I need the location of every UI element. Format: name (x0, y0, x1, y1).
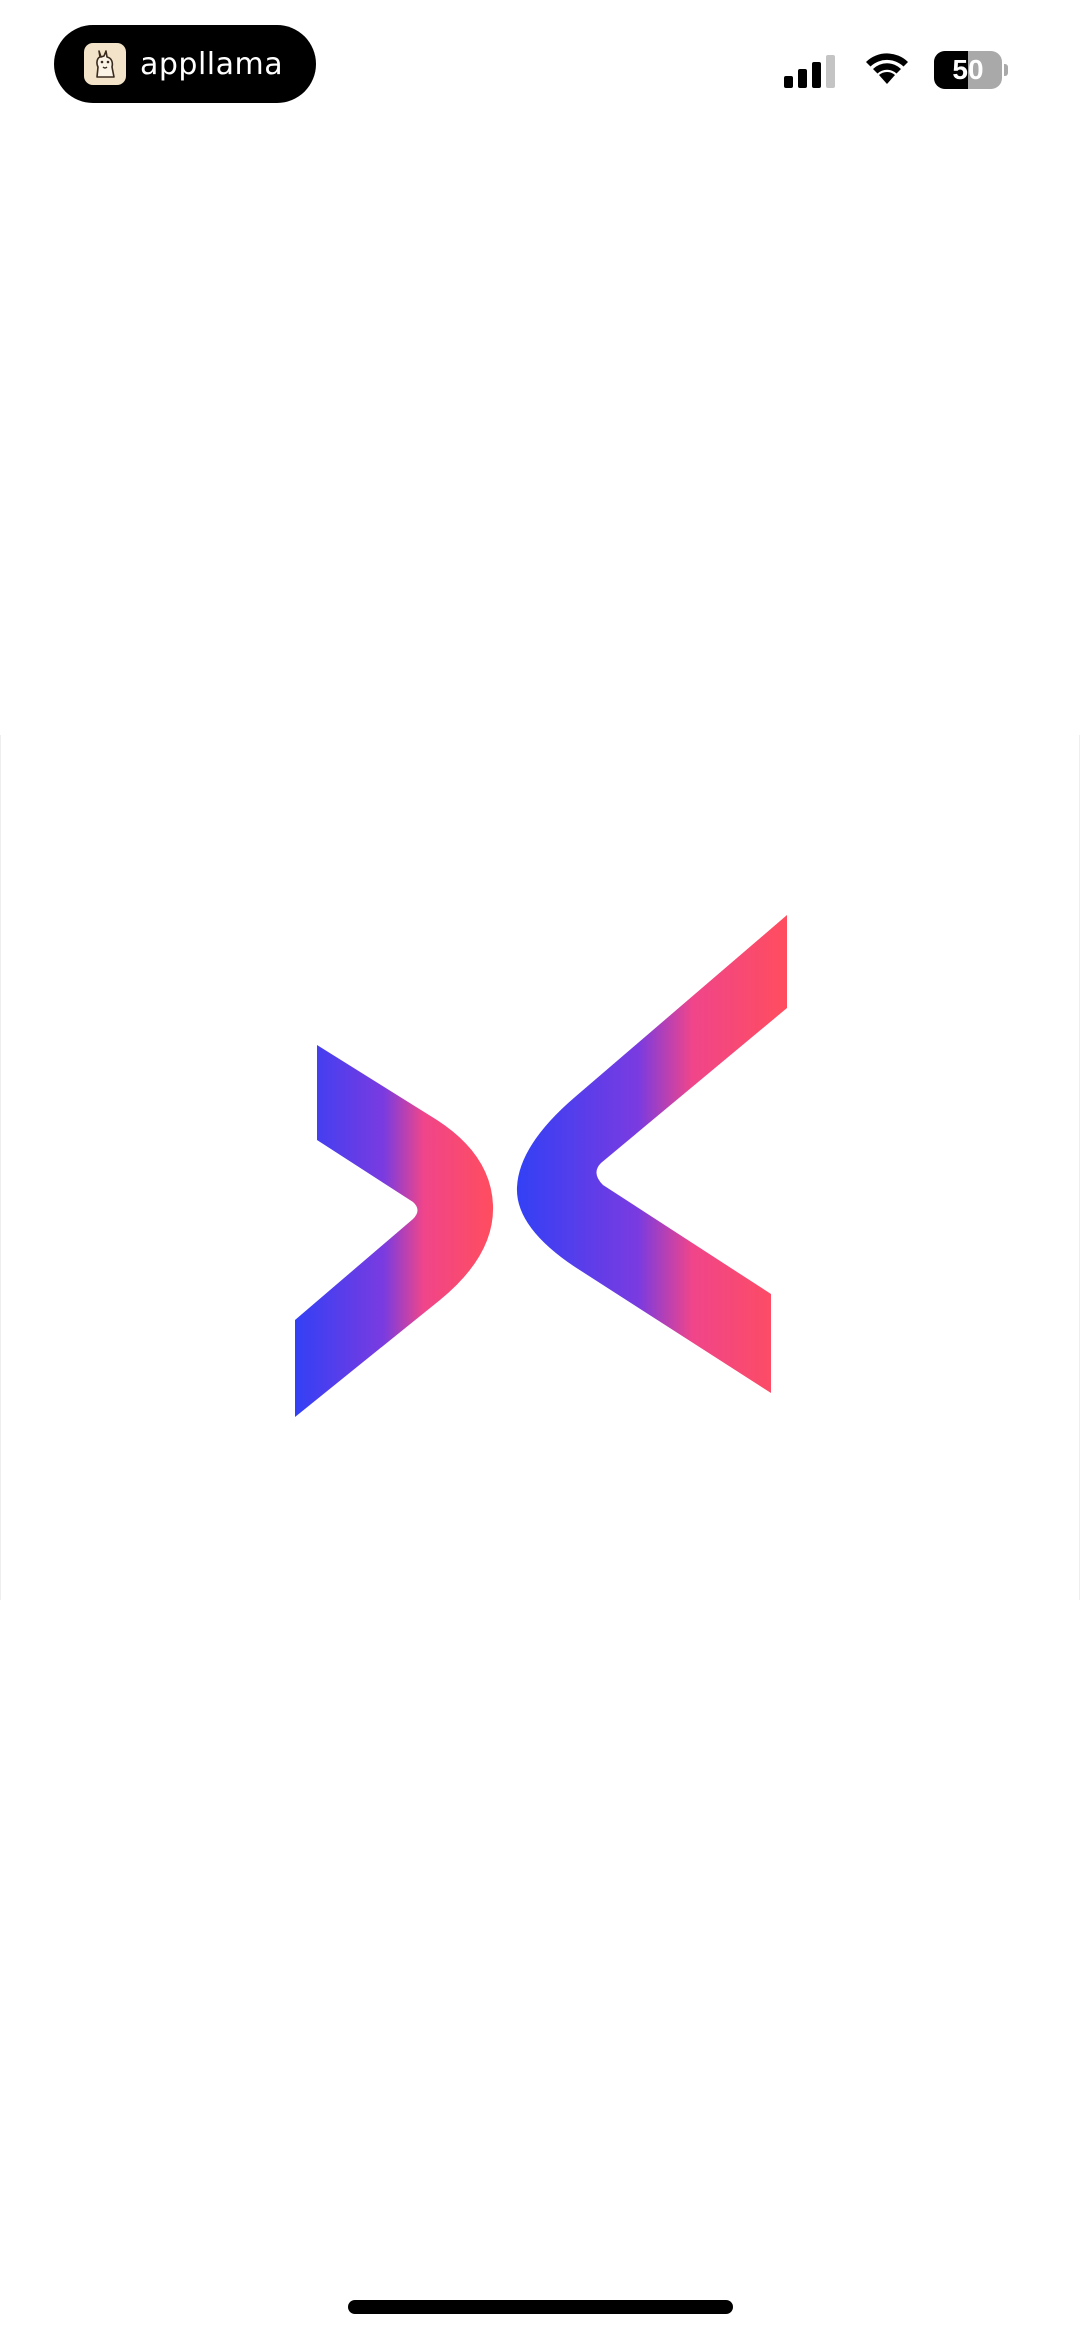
app-indicator-pill[interactable]: appllama (54, 25, 316, 103)
right-chevron (516, 915, 787, 1393)
status-bar: appllama 50 (0, 0, 1080, 130)
splash-screen: appllama 50 (0, 0, 1080, 2337)
signal-bar (826, 55, 835, 88)
battery-body: 50 (934, 51, 1002, 89)
app-name-label: appllama (140, 46, 284, 82)
battery-cap (1004, 64, 1008, 76)
llama-icon (84, 43, 126, 85)
status-icons: 50 (784, 50, 1008, 90)
battery-level: 50 (952, 54, 984, 85)
x-chevrons-logo (295, 915, 787, 1417)
wifi-icon (862, 50, 912, 91)
signal-bar (812, 62, 821, 88)
signal-bar (784, 76, 793, 88)
home-indicator[interactable] (348, 2300, 733, 2314)
left-chevron (295, 1045, 494, 1417)
battery-icon: 50 (934, 51, 1008, 89)
signal-icon (784, 52, 840, 88)
signal-bar (798, 69, 807, 88)
